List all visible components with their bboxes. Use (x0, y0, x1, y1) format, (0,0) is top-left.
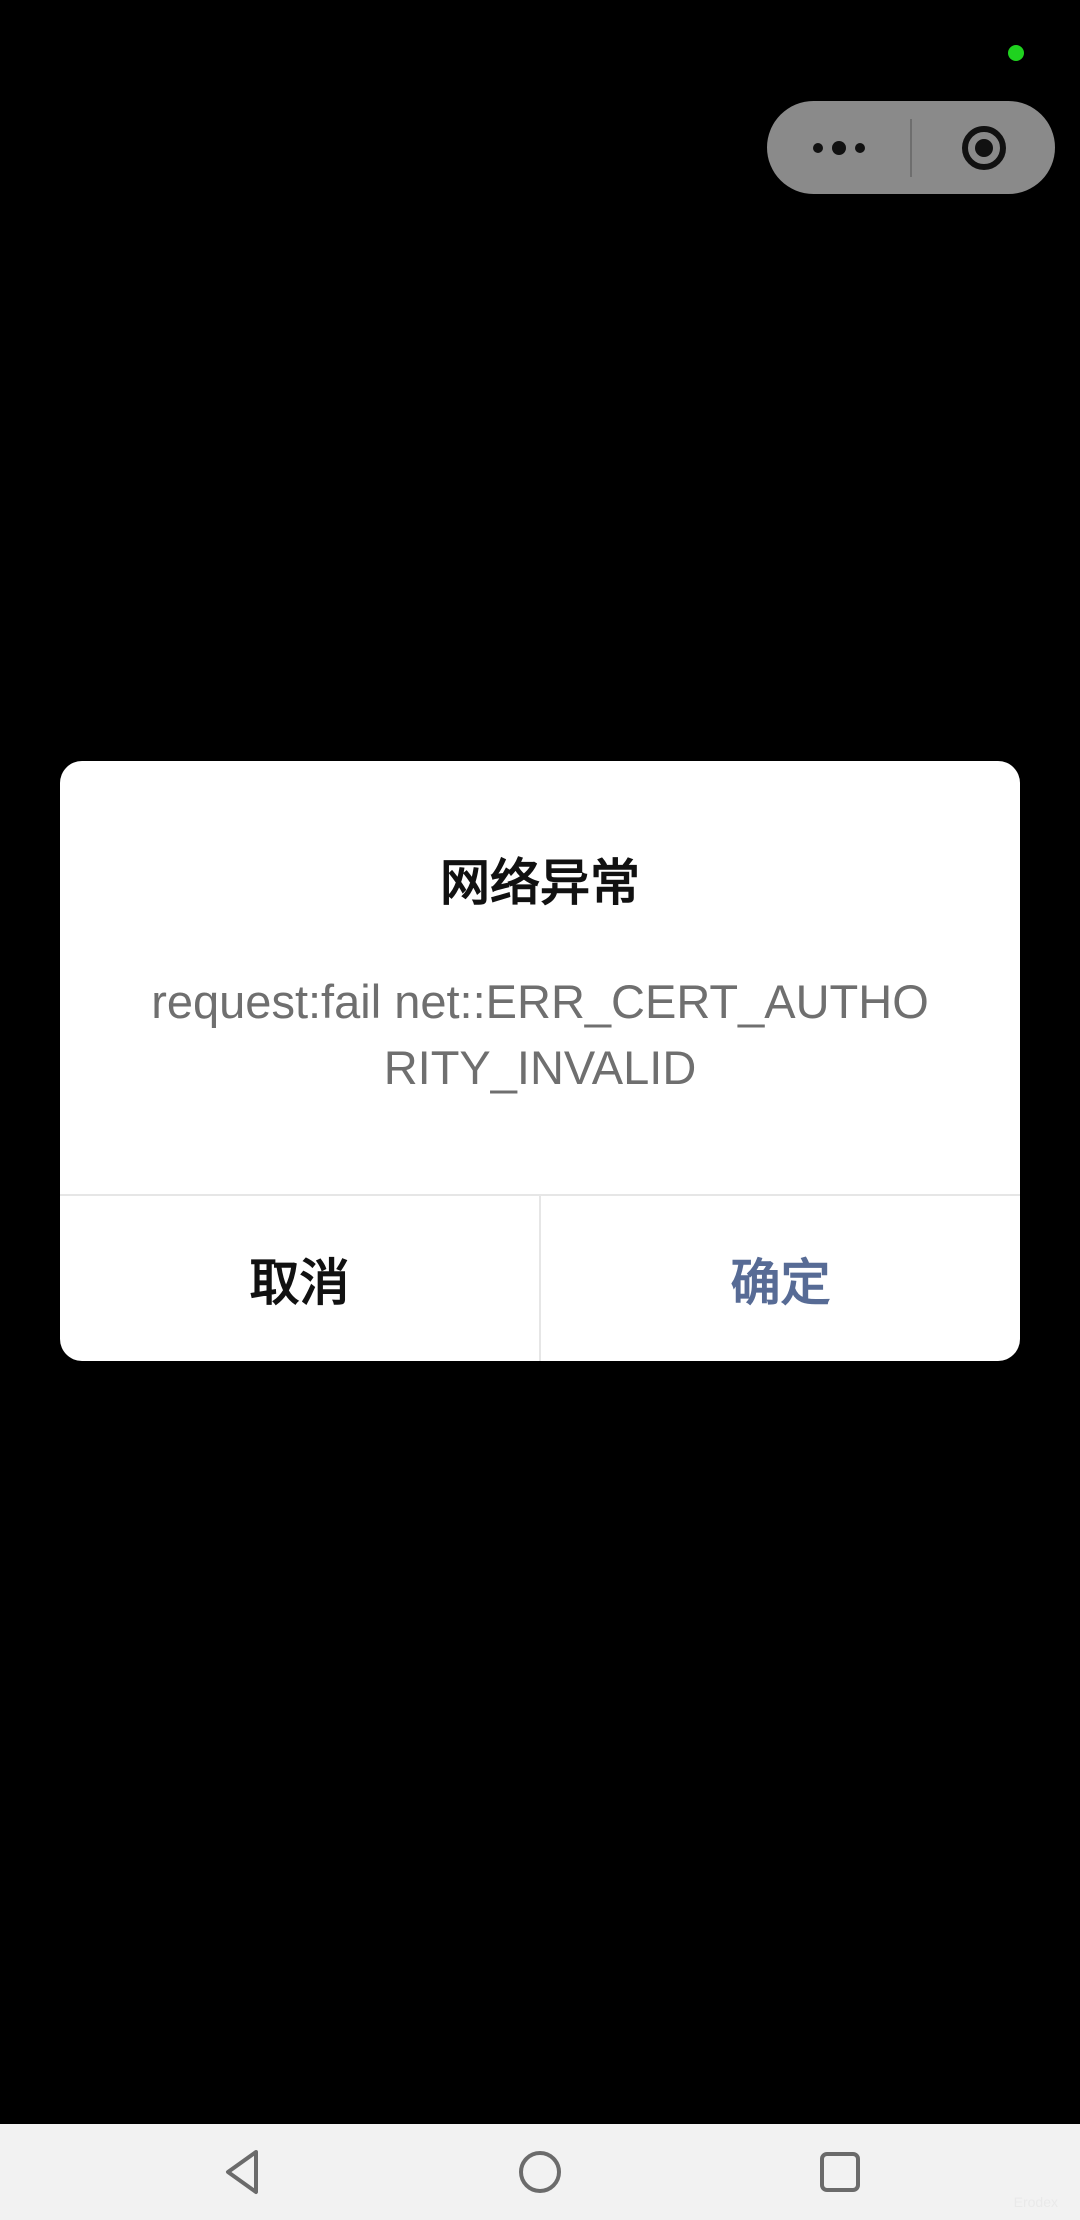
home-button[interactable] (480, 2124, 600, 2220)
capsule-menu (767, 101, 1055, 194)
circle-home-icon (519, 2151, 561, 2193)
more-button[interactable] (767, 101, 910, 194)
system-navigation-bar: Erodex (0, 2124, 1080, 2220)
recents-button[interactable] (780, 2124, 900, 2220)
more-dots-icon (812, 140, 865, 155)
status-indicator (1008, 45, 1024, 61)
app-screen: 网络异常 request:fail net::ERR_CERT_AUTHORIT… (0, 0, 1080, 2124)
back-button[interactable] (182, 2124, 302, 2220)
square-recents-icon (820, 2152, 860, 2192)
target-circle-icon (961, 125, 1006, 170)
close-miniprogram-button[interactable] (912, 101, 1055, 194)
confirm-button[interactable]: 确定 (541, 1196, 1020, 1361)
dialog-button-row: 取消 确定 (60, 1196, 1020, 1361)
error-dialog: 网络异常 request:fail net::ERR_CERT_AUTHORIT… (60, 761, 1020, 1361)
dialog-message: request:fail net::ERR_CERT_AUTHORITY_INV… (151, 975, 929, 1094)
watermark-text: Erodex (1013, 2194, 1058, 2210)
dialog-title: 网络异常 (440, 854, 640, 912)
triangle-back-icon (226, 2150, 258, 2194)
cancel-button[interactable]: 取消 (60, 1196, 539, 1361)
